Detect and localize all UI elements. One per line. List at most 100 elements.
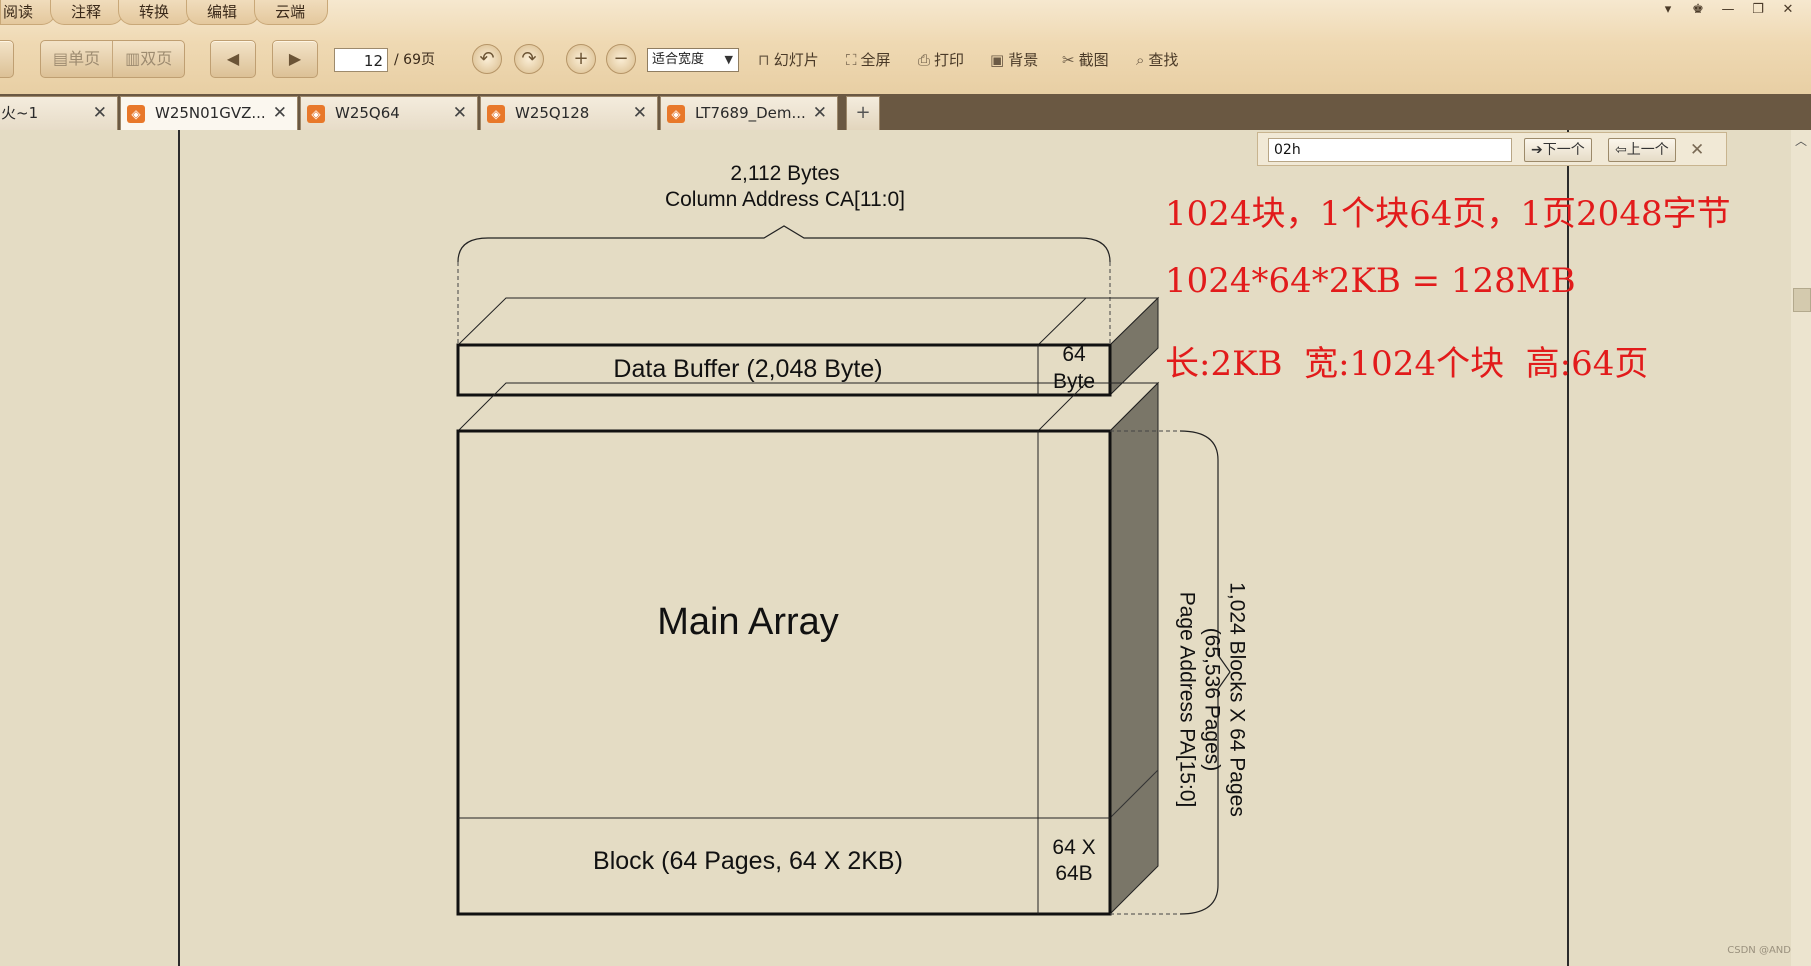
close-icon[interactable]: ✕ bbox=[273, 97, 287, 130]
block-label: Block (64 Pages, 64 X 2KB) bbox=[593, 847, 903, 875]
block-spare-label-1: 64 X bbox=[1052, 836, 1096, 859]
minimize-icon[interactable]: — bbox=[1719, 2, 1737, 17]
document-tab[interactable]: ◈ W25Q128 ✕ bbox=[480, 96, 658, 130]
annotation-line-1: 1024块，1个块64页，1页2048字节 bbox=[1165, 194, 1731, 234]
fullscreen-icon: ⛶ bbox=[846, 51, 857, 69]
find-next-button[interactable]: ➔下一个 bbox=[1524, 138, 1592, 162]
zoom-out-button[interactable]: − bbox=[606, 44, 636, 74]
sidebar-toggle-button[interactable] bbox=[0, 40, 14, 78]
find-prev-label: 上一个 bbox=[1626, 142, 1669, 158]
single-page-button[interactable]: ▤单页 bbox=[41, 41, 112, 77]
undo-icon: ↶ bbox=[479, 48, 495, 69]
view-mode-toggle: ▤单页 ▥双页 bbox=[40, 40, 186, 78]
page-number-input[interactable]: 12 bbox=[334, 48, 388, 72]
menu-tab-convert[interactable]: 转换 bbox=[118, 0, 193, 25]
tool-row: ▤单页 ▥双页 ◀ ▶ 12 / 69页 ↶ ↷ + − 适合宽度 ▼ ⊓ 幻灯片… bbox=[0, 40, 1811, 82]
tab-title: W25N01GVZ... bbox=[155, 104, 266, 122]
find-input[interactable]: 02h bbox=[1268, 138, 1512, 162]
minus-icon: − bbox=[613, 48, 629, 69]
print-label: 打印 bbox=[934, 51, 965, 69]
close-icon[interactable]: ✕ bbox=[633, 97, 647, 130]
pdf-file-icon: ◈ bbox=[307, 105, 325, 123]
menu-tabs: 阅读 注释 转换 编辑 云端 bbox=[0, 0, 329, 26]
screenshot-label: 截图 bbox=[1078, 51, 1109, 69]
triangle-right-icon: ▶ bbox=[288, 49, 302, 68]
tab-title: LT7689_Dem... bbox=[695, 104, 806, 122]
next-page-button[interactable]: ▶ bbox=[272, 40, 318, 78]
side-label-line2: (65,536 Pages) bbox=[1200, 627, 1224, 772]
double-page-label: 双页 bbox=[140, 49, 173, 68]
tab-title: 火~1 bbox=[1, 104, 39, 122]
find-prev-button[interactable]: ⇦上一个 bbox=[1608, 138, 1676, 162]
dropdown-icon[interactable]: ▾ bbox=[1659, 2, 1677, 17]
spare-area-label-2: Byte bbox=[1052, 370, 1096, 393]
skin-icon[interactable]: ♚ bbox=[1689, 2, 1707, 17]
menu-tab-read[interactable]: 阅读 bbox=[0, 0, 57, 25]
document-tab[interactable]: ◈ W25Q64 ✕ bbox=[300, 96, 478, 130]
restore-icon[interactable]: ❐ bbox=[1749, 2, 1767, 17]
new-tab-button[interactable]: + bbox=[846, 96, 880, 130]
chevron-up-icon[interactable]: ︿ bbox=[1795, 132, 1807, 149]
redo-button[interactable]: ↷ bbox=[514, 44, 544, 74]
single-page-label: 单页 bbox=[68, 49, 101, 68]
menu-tab-edit[interactable]: 编辑 bbox=[186, 0, 261, 25]
triangle-left-icon: ◀ bbox=[226, 49, 240, 68]
zoom-in-button[interactable]: + bbox=[566, 44, 596, 74]
zoom-mode-select[interactable]: 适合宽度 ▼ bbox=[647, 48, 739, 72]
background-label: 背景 bbox=[1008, 51, 1039, 69]
menu-tab-cloud[interactable]: 云端 bbox=[254, 0, 329, 25]
background-button[interactable]: ▣ 背景 bbox=[990, 48, 1038, 72]
close-icon[interactable]: ✕ bbox=[93, 97, 107, 130]
close-icon[interactable]: ✕ bbox=[453, 97, 467, 130]
column-address-label: Column Address CA[11:0] bbox=[664, 188, 906, 211]
window-controls: ▾ ♚ — ❐ ✕ bbox=[1659, 2, 1797, 17]
close-window-icon[interactable]: ✕ bbox=[1779, 2, 1797, 17]
double-page-icon: ▥ bbox=[125, 49, 141, 68]
document-tab[interactable]: ◈ LT7689_Dem... ✕ bbox=[660, 96, 838, 130]
plus-icon: + bbox=[855, 102, 871, 123]
close-icon[interactable]: ✕ bbox=[1690, 138, 1704, 162]
fullscreen-button[interactable]: ⛶ 全屏 bbox=[846, 48, 891, 72]
document-tab-bar: 火~1 ✕ ◈ W25N01GVZ... ✕ ◈ W25Q64 ✕ ◈ W25Q… bbox=[0, 94, 1811, 130]
block-spare-label-2: 64B bbox=[1055, 862, 1093, 885]
vertical-scrollbar[interactable]: ︿ bbox=[1791, 130, 1811, 966]
zoom-mode-value: 适合宽度 bbox=[652, 52, 705, 67]
undo-button[interactable]: ↶ bbox=[472, 44, 502, 74]
data-buffer-top-face bbox=[456, 297, 1160, 346]
main-array-label: Main Array bbox=[657, 601, 839, 643]
arrow-left-icon: ⇦ bbox=[1615, 142, 1627, 158]
side-label-line1: 1,024 Blocks X 64 Pages bbox=[1225, 582, 1249, 817]
printer-icon: ⎙ bbox=[918, 51, 931, 69]
page-right-edge bbox=[1567, 130, 1569, 966]
top-size-label: 2,112 Bytes bbox=[730, 162, 840, 185]
main-array-box bbox=[456, 429, 1112, 916]
arrow-right-icon: ➔ bbox=[1531, 142, 1543, 158]
annotation-line-3: 长:2KB 宽:1024个块 高:64页 bbox=[1165, 344, 1649, 384]
print-button[interactable]: ⎙ 打印 bbox=[918, 48, 964, 72]
document-tab-active[interactable]: ◈ W25N01GVZ... ✕ bbox=[120, 96, 298, 130]
tab-title: W25Q128 bbox=[515, 104, 590, 122]
main-array-side-face bbox=[1109, 381, 1159, 916]
data-buffer-label: Data Buffer (2,048 Byte) bbox=[613, 355, 883, 383]
single-page-icon: ▤ bbox=[53, 49, 69, 68]
search-button[interactable]: ⌕ 查找 bbox=[1136, 48, 1178, 72]
spare-area-label-1: 64 bbox=[1062, 343, 1086, 366]
close-icon[interactable]: ✕ bbox=[813, 97, 827, 130]
find-bar: 02h ➔下一个 ⇦上一个 ✕ bbox=[1257, 132, 1727, 166]
screenshot-button[interactable]: ✂ 截图 bbox=[1062, 48, 1109, 72]
main-toolbar: 阅读 注释 转换 编辑 云端 ▾ ♚ — ❐ ✕ ▤单页 ▥双页 ◀ ▶ 12 … bbox=[0, 0, 1811, 95]
top-brace bbox=[457, 225, 1111, 263]
redo-icon: ↷ bbox=[521, 48, 537, 69]
data-buffer-side-face bbox=[1109, 296, 1159, 397]
pdf-file-icon: ◈ bbox=[127, 105, 145, 123]
double-page-button[interactable]: ▥双页 bbox=[112, 41, 184, 77]
find-next-label: 下一个 bbox=[1542, 142, 1585, 158]
document-tab[interactable]: 火~1 ✕ bbox=[0, 96, 118, 130]
slideshow-button[interactable]: ⊓ 幻灯片 bbox=[758, 48, 819, 72]
projector-icon: ⊓ bbox=[758, 51, 770, 69]
prev-page-button[interactable]: ◀ bbox=[210, 40, 256, 78]
menu-tab-annotate[interactable]: 注释 bbox=[50, 0, 125, 25]
scrollbar-thumb[interactable] bbox=[1793, 288, 1811, 312]
background-icon: ▣ bbox=[990, 51, 1005, 69]
chevron-down-icon: ▼ bbox=[724, 53, 733, 66]
